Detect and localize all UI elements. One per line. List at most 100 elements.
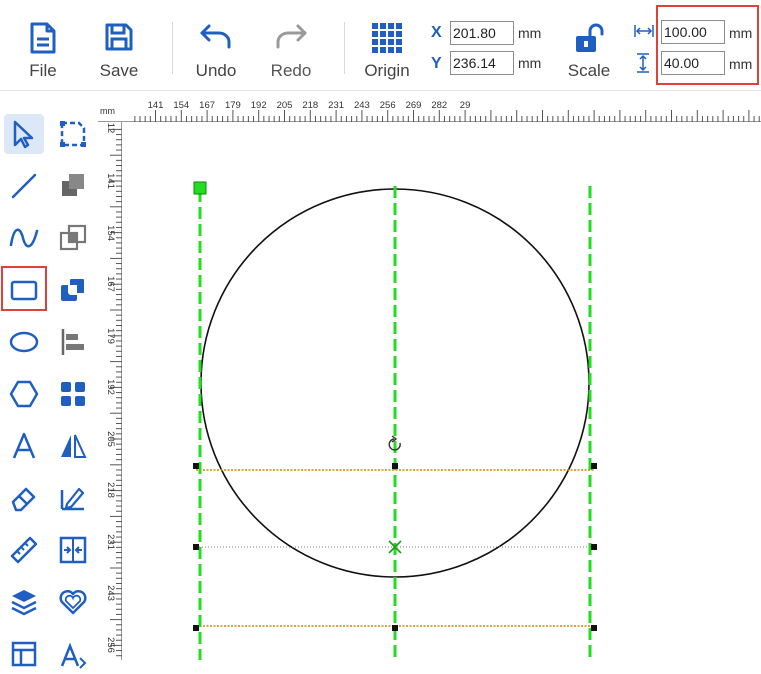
start-point-handle[interactable] — [193, 181, 207, 195]
eraser-tool[interactable] — [4, 478, 44, 518]
resize-handle-middle-right[interactable] — [591, 544, 597, 550]
combine-icon — [62, 174, 84, 196]
select-tool[interactable] — [4, 114, 44, 154]
rectangle-tool-highlight — [1, 266, 47, 311]
curve-tool[interactable] — [4, 218, 44, 258]
intersect-icon — [61, 277, 86, 301]
ruler-tick-label: 179 — [225, 100, 241, 111]
unlock-icon — [576, 23, 604, 52]
file-label: File — [29, 61, 57, 80]
horizontal-ruler: mm 141 154 167 179 192 205 218 231 243 256 269 282 29 — [98, 98, 761, 122]
toolbar-divider — [344, 22, 345, 74]
distribute-tool[interactable] — [53, 530, 93, 570]
redo-icon — [276, 24, 307, 49]
ruler-tick-label: 141 — [148, 100, 164, 111]
grid-tool[interactable] — [53, 374, 93, 414]
ruler-tick-label: 243 — [354, 100, 370, 111]
save-button[interactable]: Save — [94, 0, 144, 90]
mirror-tool[interactable] — [53, 426, 93, 466]
ruler-tick-label: 29 — [460, 100, 471, 111]
line-tool[interactable] — [4, 166, 44, 206]
ruler-tick-label: 243 — [105, 585, 116, 601]
y-unit: mm — [518, 55, 542, 71]
text-path-tool[interactable] — [53, 634, 93, 674]
node-edit-icon — [60, 121, 86, 147]
resize-handle-top-left[interactable] — [193, 463, 199, 469]
height-arrows-icon — [637, 53, 649, 73]
resize-handle-middle-left[interactable] — [193, 544, 199, 550]
resize-handle-bottom-center[interactable] — [392, 625, 398, 631]
ellipse-icon — [9, 331, 39, 353]
combine-tool[interactable] — [53, 166, 93, 206]
ellipse-tool[interactable] — [4, 322, 44, 362]
x-coordinate-input[interactable]: 201.80 — [450, 21, 514, 45]
ruler-tick-label: 167 — [199, 100, 215, 111]
edit-tool[interactable] — [53, 478, 93, 518]
width-arrows-icon — [634, 25, 654, 37]
group-tool[interactable] — [53, 218, 93, 258]
drawing-canvas[interactable] — [122, 122, 761, 660]
resize-handle-top-center[interactable] — [392, 463, 398, 469]
line-icon — [11, 173, 37, 199]
intersect-tool[interactable] — [53, 270, 93, 310]
template-tool[interactable] — [4, 634, 44, 674]
top-toolbar: File Save Undo Redo Origin X 201.80 mm Y… — [0, 0, 761, 91]
offset-tool[interactable] — [53, 582, 93, 622]
resize-handle-top-right[interactable] — [591, 463, 597, 469]
ruler-tick-label: 218 — [302, 100, 318, 111]
ruler-tick-label: 192 — [251, 100, 267, 111]
text-tool[interactable] — [4, 426, 44, 466]
polygon-tool[interactable] — [4, 374, 44, 414]
y-coordinate-input[interactable]: 236.14 — [450, 51, 514, 75]
ruler-tick-label: 231 — [105, 534, 116, 550]
undo-label: Undo — [195, 61, 237, 80]
undo-button[interactable]: Undo — [189, 0, 243, 90]
origin-grid-icon — [372, 23, 402, 53]
template-icon — [11, 641, 37, 667]
resize-handle-bottom-left[interactable] — [193, 625, 199, 631]
x-unit: mm — [518, 25, 542, 41]
ruler-tick-label: 256 — [105, 637, 116, 653]
x-coordinate-label: X — [431, 24, 442, 41]
ruler-tick-label: 269 — [406, 100, 422, 111]
save-icon — [105, 23, 133, 51]
curve-icon — [9, 228, 39, 248]
measure-tool[interactable] — [4, 530, 44, 570]
left-tool-panel — [0, 98, 98, 669]
ruler-tick-label: 205 — [277, 100, 293, 111]
ruler-tick-label: 218 — [105, 482, 116, 498]
hexagon-icon — [9, 380, 39, 408]
file-icon — [30, 22, 56, 54]
ruler-tick-label: 256 — [380, 100, 396, 111]
redo-label: Redo — [270, 61, 312, 80]
align-tool[interactable] — [53, 322, 93, 362]
ruler-tick-label: 231 — [328, 100, 344, 111]
layers-tool[interactable] — [4, 582, 44, 622]
ruler-tick-label: 154 — [105, 225, 116, 241]
eraser-icon — [11, 487, 36, 512]
origin-label: Origin — [364, 61, 410, 80]
file-button[interactable]: File — [18, 0, 68, 90]
pen-ruler-icon — [60, 487, 85, 511]
size-inputs-highlight — [656, 5, 759, 85]
scale-label: Scale — [567, 61, 611, 80]
mirror-icon — [61, 434, 87, 458]
ruler-tick-label: 205 — [105, 431, 116, 447]
ruler-tick-label: 141 — [105, 173, 116, 189]
node-edit-tool[interactable] — [53, 114, 93, 154]
origin-button[interactable]: Origin — [358, 0, 416, 90]
ruler-tick-label: 167 — [105, 276, 116, 292]
scale-lock-button[interactable]: Scale — [562, 0, 616, 90]
undo-icon — [200, 24, 231, 49]
group-icon — [59, 224, 87, 251]
resize-handle-bottom-right[interactable] — [591, 625, 597, 631]
ruler-tick-label: 154 — [173, 100, 189, 111]
text-icon — [12, 432, 36, 459]
redo-button[interactable]: Redo — [264, 0, 318, 90]
save-label: Save — [99, 61, 139, 80]
ruler-unit-label: mm — [100, 106, 115, 116]
ruler-tick-label: 179 — [105, 328, 116, 344]
vertical-ruler: 12 141 154 167 179 192 205 218 231 243 256 — [98, 122, 122, 660]
y-coordinate-label: Y — [431, 55, 442, 72]
ruler-icon — [10, 536, 38, 564]
